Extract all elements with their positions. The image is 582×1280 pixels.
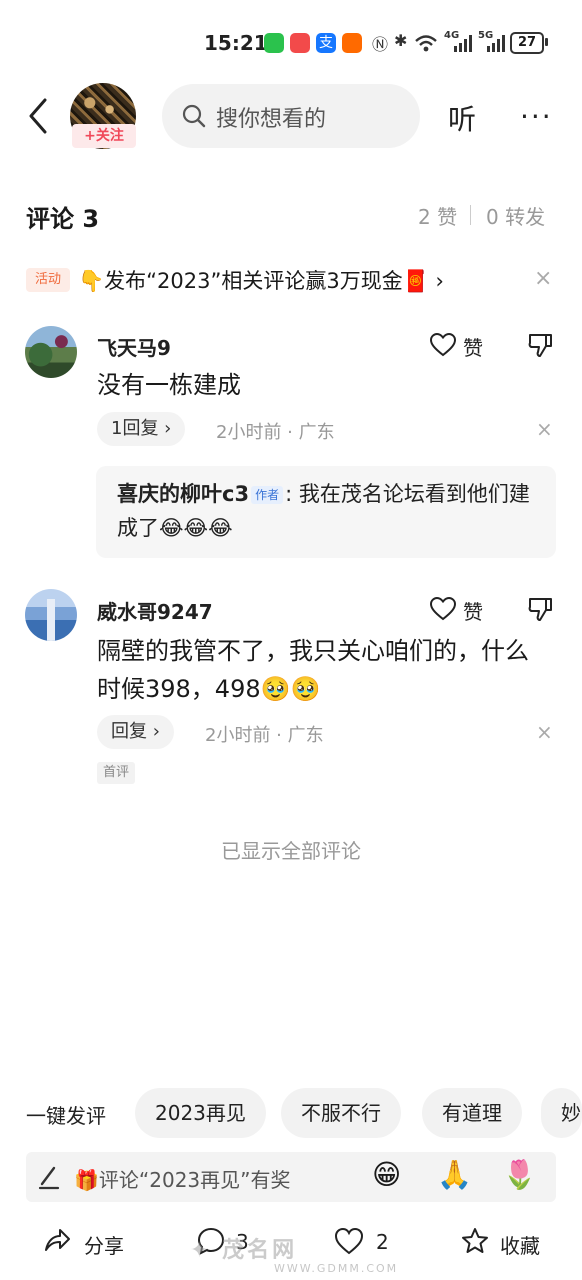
- star-icon[interactable]: [460, 1226, 490, 1256]
- watermark-text: 茂名网: [222, 1238, 298, 1263]
- wechat-icon: [264, 33, 284, 53]
- activity-tag: 活动: [26, 268, 70, 292]
- comments-title: 评论 3: [26, 205, 100, 233]
- comment-text: 没有一栋建成: [97, 371, 241, 399]
- battery-indicator: 27: [510, 32, 544, 54]
- quick-reply-chip[interactable]: 2023再见: [135, 1088, 266, 1138]
- search-input[interactable]: 搜你想看的: [216, 101, 326, 133]
- author-badge: 作者: [251, 486, 284, 504]
- comment-text: 隔壁的我管不了，我只关心咱们的，什么时候398，498🥹🥹: [97, 637, 529, 703]
- signal-icon: [454, 35, 472, 52]
- comment-username[interactable]: 威水哥9247: [97, 596, 213, 625]
- like-heart-icon[interactable]: [334, 1226, 364, 1256]
- close-icon[interactable]: ×: [536, 417, 553, 441]
- comment-username[interactable]: 飞天马9: [97, 332, 171, 361]
- wifi-icon: [415, 35, 437, 52]
- bluetooth-icon: ✱: [394, 31, 408, 50]
- battery-tip: [545, 38, 548, 46]
- stats-divider: [470, 205, 471, 225]
- like-label[interactable]: 赞: [463, 596, 483, 625]
- reply-button[interactable]: 回复 ›: [97, 715, 174, 749]
- likes-count: 2 赞: [418, 205, 458, 229]
- back-arrow-icon[interactable]: [25, 96, 55, 136]
- more-icon[interactable]: ···: [520, 100, 553, 133]
- watermark-url: WWW.GDMM.COM: [274, 1262, 399, 1275]
- comment-meta: 2小时前 · 广东: [205, 725, 324, 746]
- follow-button[interactable]: +关注: [72, 124, 136, 148]
- quick-reply-chip[interactable]: 不服不行: [281, 1088, 401, 1138]
- quick-reply-chip[interactable]: 妙: [541, 1088, 582, 1138]
- alipay-icon: 支: [316, 33, 336, 53]
- reply-username[interactable]: 喜庆的柳叶c3: [117, 482, 249, 506]
- heart-icon[interactable]: [430, 333, 456, 357]
- comment-input[interactable]: 🎁评论“2023再见”有奖: [74, 1164, 291, 1193]
- comment-meta: 2小时前 · 广东: [216, 422, 335, 443]
- pray-emoji-icon[interactable]: 🙏: [437, 1158, 472, 1191]
- commenter-avatar[interactable]: [25, 589, 77, 641]
- pen-icon: [38, 1166, 60, 1190]
- quick-reply-label: 一键发评: [26, 1104, 106, 1128]
- watermark-logo: ✦ 茂名网: [190, 1238, 298, 1263]
- close-icon[interactable]: ×: [534, 266, 552, 291]
- nfc-icon: Ⓝ: [372, 35, 389, 54]
- like-label[interactable]: 赞: [463, 332, 483, 361]
- collect-button[interactable]: 收藏: [500, 1230, 540, 1259]
- share-icon[interactable]: [42, 1226, 72, 1256]
- commenter-avatar[interactable]: [25, 326, 77, 378]
- quick-reply-chip[interactable]: 有道理: [422, 1088, 522, 1138]
- all-comments-shown-label: 已显示全部评论: [221, 839, 361, 863]
- status-time: 15:21: [204, 31, 268, 55]
- likes-count-bottom: 2: [376, 1230, 389, 1254]
- reply-preview: 喜庆的柳叶c3 作者: 我在茂名论坛看到他们建成了😂😂😂: [117, 477, 547, 545]
- grin-emoji-icon[interactable]: 😁: [372, 1158, 401, 1191]
- first-comment-badge: 首评: [97, 762, 136, 784]
- listen-button[interactable]: 听: [448, 98, 476, 138]
- search-icon: [182, 104, 206, 128]
- signal-icon-2: [487, 35, 505, 52]
- close-icon[interactable]: ×: [536, 720, 553, 744]
- shares-count: 0 转发: [486, 205, 546, 229]
- tulip-emoji-icon[interactable]: 🌷: [502, 1158, 537, 1191]
- kuaishou-icon: [290, 33, 310, 53]
- heart-icon[interactable]: [430, 597, 456, 621]
- dislike-icon[interactable]: [527, 596, 553, 622]
- reply-count-button[interactable]: 1回复 ›: [97, 412, 186, 446]
- taobao-icon: [342, 33, 362, 53]
- dislike-icon[interactable]: [527, 332, 553, 358]
- activity-banner-link[interactable]: 👇发布“2023”相关评论赢3万现金🧧 ›: [78, 265, 444, 295]
- share-button[interactable]: 分享: [84, 1230, 124, 1259]
